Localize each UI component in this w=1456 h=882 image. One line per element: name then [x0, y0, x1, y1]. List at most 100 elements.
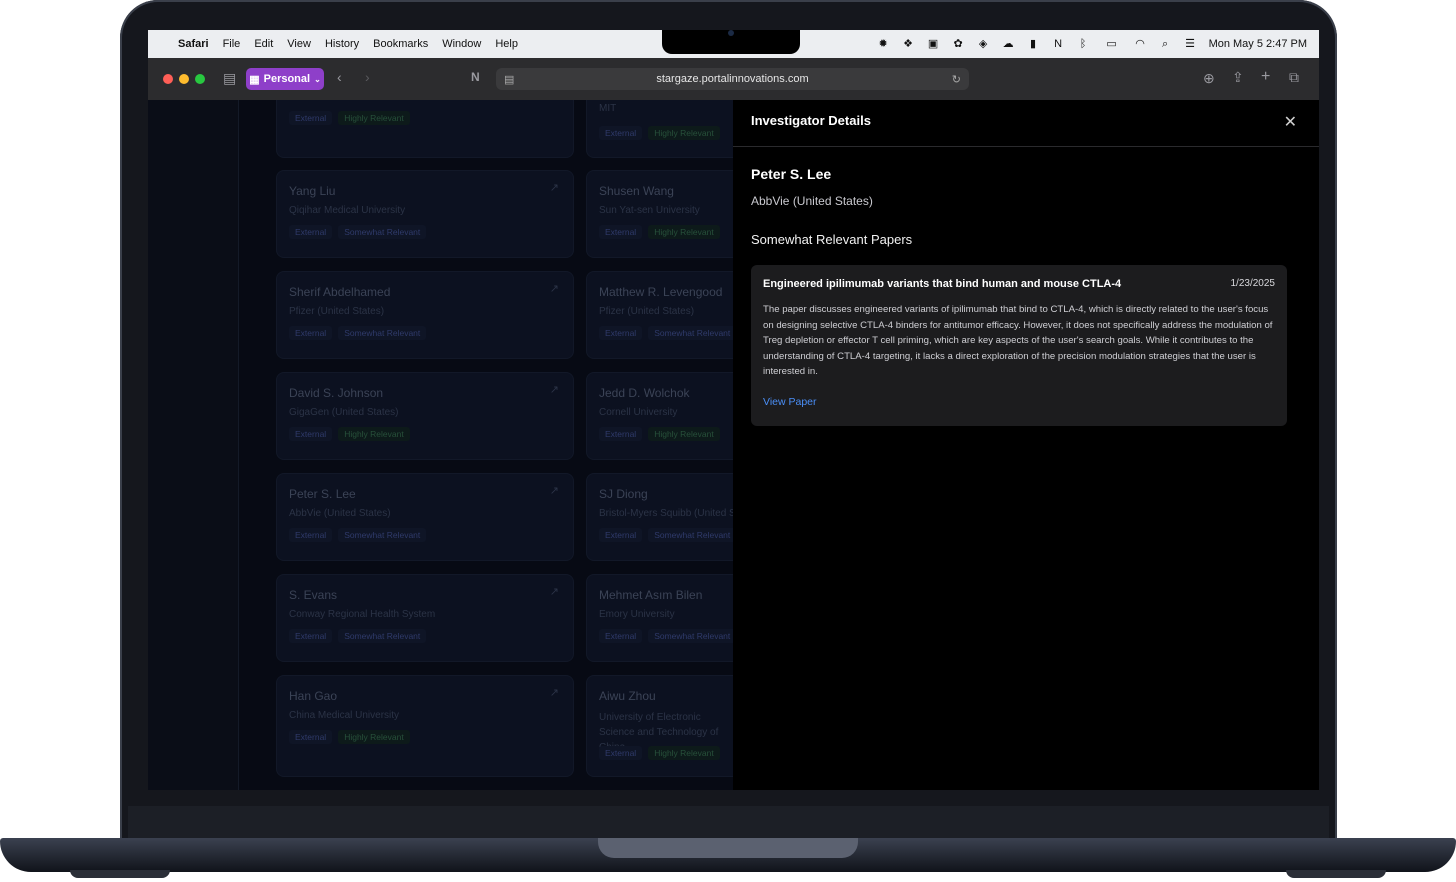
external-link-icon[interactable]: ↗ — [550, 585, 559, 598]
notion-extension-icon[interactable]: N — [471, 70, 480, 84]
battery-icon[interactable]: ▭ — [1102, 38, 1122, 50]
reload-icon[interactable]: ↻ — [952, 73, 961, 86]
investigator-card[interactable]: Yang Liu Qiqihar Medical University Exte… — [276, 170, 574, 258]
tag-external: External — [289, 427, 333, 441]
search-icon[interactable]: ⌕ — [1159, 38, 1172, 50]
menu-help[interactable]: Help — [495, 38, 518, 50]
tag-relevance: Highly Relevant — [648, 427, 720, 441]
menu-bookmarks[interactable]: Bookmarks — [373, 38, 428, 50]
external-link-icon[interactable]: ↗ — [550, 383, 559, 396]
menu-window[interactable]: Window — [442, 38, 481, 50]
tag-external: External — [599, 629, 643, 643]
menu-history[interactable]: History — [325, 38, 359, 50]
tab-overview-icon[interactable]: ⧉ — [1289, 69, 1299, 86]
tag-relevance: Highly Relevant — [648, 225, 720, 239]
tag-external: External — [599, 746, 643, 760]
usb-icon[interactable]: ▮ — [1027, 38, 1040, 50]
close-window-button[interactable] — [163, 74, 173, 84]
laptop-foot-right — [1286, 870, 1386, 878]
tag-relevance: Somewhat Relevant — [648, 629, 737, 643]
menu-app-name[interactable]: Safari — [178, 38, 209, 50]
investigator-card[interactable]: External Highly Relevant — [276, 100, 574, 158]
investigator-card[interactable]: Sherif Abdelhamed Pfizer (United States)… — [276, 271, 574, 359]
url-text: stargaze.portalinnovations.com — [656, 73, 809, 85]
card-name: Yang Liu — [289, 184, 336, 198]
butterfly-icon[interactable]: ✿ — [952, 38, 965, 50]
card-name: Shusen Wang — [599, 184, 674, 198]
tag-external: External — [599, 427, 643, 441]
new-tab-icon[interactable]: + — [1261, 68, 1270, 86]
investigator-card[interactable]: Peter S. Lee AbbVie (United States) Exte… — [276, 473, 574, 561]
card-affiliation: AbbVie (United States) — [289, 508, 391, 519]
menu-edit[interactable]: Edit — [254, 38, 273, 50]
view-paper-link[interactable]: View Paper — [763, 396, 817, 408]
tag-external: External — [289, 730, 333, 744]
tag-external: External — [289, 629, 333, 643]
cloud-icon[interactable]: ☁ — [1002, 38, 1015, 50]
screen: Safari File Edit View History Bookmarks … — [148, 30, 1319, 790]
card-name: David S. Johnson — [289, 386, 384, 400]
paper-date: 1/23/2025 — [1230, 278, 1276, 289]
minimize-window-button[interactable] — [179, 74, 189, 84]
tag-relevance: Highly Relevant — [338, 111, 410, 125]
investigator-card[interactable]: David S. Johnson GigaGen (United States)… — [276, 372, 574, 460]
tag-relevance: Somewhat Relevant — [648, 528, 737, 542]
menubar-clock[interactable]: Mon May 5 2:47 PM — [1209, 38, 1307, 50]
card-name: Mehmet Asım Bilen — [599, 588, 703, 602]
figma-icon[interactable]: ❖ — [902, 38, 915, 50]
laptop-hinge — [598, 838, 858, 858]
menu-view[interactable]: View — [287, 38, 311, 50]
share-icon[interactable]: ⇪ — [1232, 69, 1244, 86]
address-bar[interactable]: ▤ stargaze.portalinnovations.com ↻ — [496, 68, 969, 90]
tag-external: External — [599, 126, 643, 140]
forward-icon[interactable]: › — [365, 69, 370, 85]
close-icon[interactable]: ✕ — [1284, 112, 1297, 132]
investigator-details-drawer: Investigator Details ✕ Peter S. Lee AbbV… — [733, 100, 1319, 790]
card-affiliation: GigaGen (United States) — [289, 407, 399, 418]
control-center-icon[interactable]: ☰ — [1184, 38, 1197, 50]
card-affiliation: China Medical University — [289, 710, 400, 721]
papers-section-title: Somewhat Relevant Papers — [751, 232, 913, 247]
page-menu-icon[interactable]: ▤ — [504, 73, 514, 86]
card-name: Sherif Abdelhamed — [289, 285, 391, 299]
paper-description: The paper discusses engineered variants … — [763, 304, 1273, 377]
tag-relevance: Somewhat Relevant — [338, 528, 427, 542]
external-link-icon[interactable]: ↗ — [550, 181, 559, 194]
notion-icon[interactable]: N — [1052, 38, 1065, 50]
card-affiliation: Pfizer (United States) — [289, 306, 385, 317]
zoom-window-button[interactable] — [195, 74, 205, 84]
tag-relevance: Somewhat Relevant — [338, 326, 427, 340]
sidebar-toggle-icon[interactable]: ▤ — [223, 70, 236, 87]
tag-external: External — [289, 326, 333, 340]
teams-icon[interactable]: ▣ — [927, 38, 940, 50]
sun-icon[interactable]: ✹ — [877, 38, 890, 50]
drawer-header: Investigator Details ✕ — [733, 100, 1319, 147]
camera-notch — [662, 30, 800, 54]
investigator-affiliation: AbbVie (United States) — [751, 194, 873, 208]
bluetooth-icon[interactable]: ᛒ — [1077, 38, 1090, 50]
laptop-foot-left — [70, 870, 170, 878]
safari-toolbar: ▤ ▦ Personal ⌄ ‹ › N ▤ stargaze.portalin… — [148, 58, 1319, 101]
shield-icon[interactable]: ◈ — [977, 38, 990, 50]
card-name: Matthew R. Levengood — [599, 285, 723, 299]
external-link-icon[interactable]: ↗ — [550, 282, 559, 295]
investigator-card[interactable]: Han Gao China Medical University Externa… — [276, 675, 574, 777]
card-affiliation: MIT — [599, 103, 617, 114]
tag-relevance: Highly Relevant — [338, 427, 410, 441]
investigator-card[interactable]: S. Evans Conway Regional Health System E… — [276, 574, 574, 662]
profile-button[interactable]: ▦ Personal ⌄ — [246, 68, 324, 90]
investigator-name: Peter S. Lee — [751, 166, 832, 182]
menu-file[interactable]: File — [223, 38, 241, 50]
card-affiliation: Qiqihar Medical University — [289, 205, 406, 216]
card-affiliation: Pfizer (United States) — [599, 306, 695, 317]
download-icon[interactable]: ⊕ — [1203, 70, 1215, 87]
external-link-icon[interactable]: ↗ — [550, 686, 559, 699]
tag-external: External — [599, 326, 643, 340]
external-link-icon[interactable]: ↗ — [550, 484, 559, 497]
drawer-title: Investigator Details — [751, 113, 871, 128]
wifi-icon[interactable]: ◠ — [1134, 38, 1147, 50]
status-area: ✹ ❖ ▣ ✿ ◈ ☁ ▮ N ᛒ ▭ ◠ ⌕ ☰ Mon May 5 2:47… — [877, 30, 1307, 58]
profile-icon: ▦ — [249, 73, 260, 86]
back-icon[interactable]: ‹ — [337, 69, 342, 85]
tag-external: External — [289, 225, 333, 239]
